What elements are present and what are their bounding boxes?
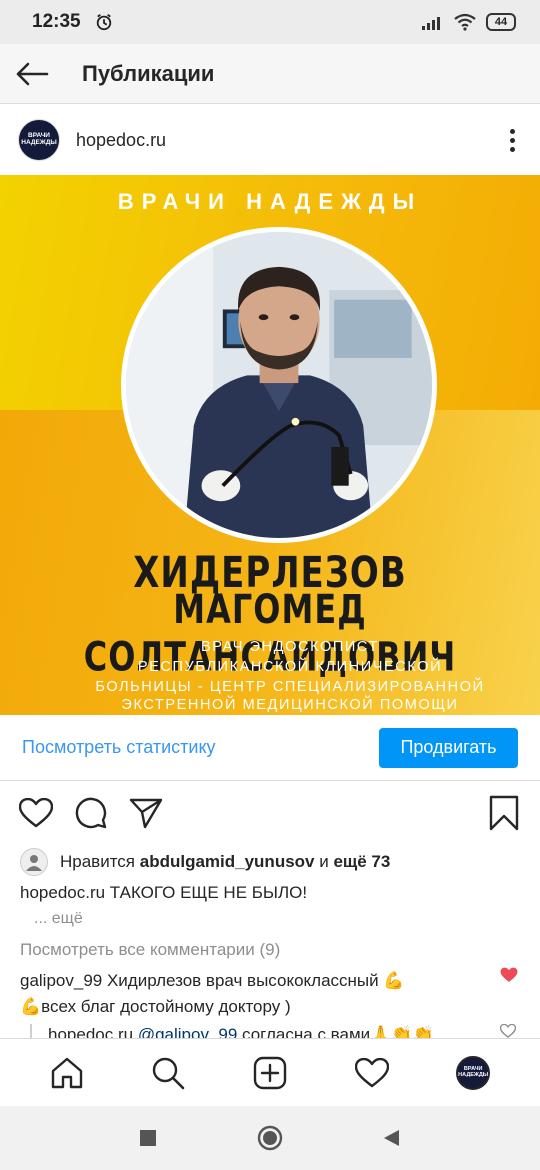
doctor-photo-illustration	[126, 232, 432, 538]
recents-square-icon[interactable]	[135, 1125, 161, 1151]
comment-liked-heart-icon[interactable]	[500, 966, 518, 984]
comment-username[interactable]: galipov_99	[20, 971, 102, 990]
status-icons: 44	[422, 13, 516, 31]
share-send-icon[interactable]	[128, 795, 164, 831]
avatar-text-line-2: НАДЕЖДЫ	[21, 139, 57, 146]
search-icon[interactable]	[146, 1051, 190, 1095]
likes-prefix: Нравится	[60, 852, 140, 871]
signal-icon	[422, 17, 440, 30]
image-brand-title: ВРАЧИ НАДЕЖДЫ	[117, 189, 423, 214]
avatar[interactable]: ВРАЧИ НАДЕЖДЫ	[18, 119, 60, 161]
likes-summary[interactable]: Нравится abdulgamid_yunusov и ещё 73	[20, 848, 390, 876]
insights-bar: Посмотреть статистику Продвигать	[0, 715, 540, 781]
post-actions	[0, 788, 540, 838]
likes-count[interactable]: ещё 73	[333, 852, 390, 871]
liker-username[interactable]: abdulgamid_yunusov	[140, 852, 315, 871]
post-image[interactable]: ВРАЧИ НАДЕЖДЫ ХИДЕРЛЕЗОВ МАГОМЕД СОЛТАНС…	[0, 175, 540, 715]
caption-more-link[interactable]: ... ещё	[34, 910, 83, 928]
doctor-position-line-3: БОЛЬНИЦЫ - ЦЕНТР СПЕЦИАЛИЗИРОВАННОЙ	[95, 679, 485, 695]
bottom-navigation: ВРАЧИ НАДЕЖДЫ	[0, 1038, 540, 1106]
battery-level: 44	[494, 16, 508, 28]
comment-text-line-2: 💪всех благ достойному доктору )	[20, 997, 291, 1016]
nav-avatar-text-line-2: НАДЕЖДЫ	[458, 1071, 489, 1078]
caption-text: ТАКОГО ЕЩЕ НЕ БЫЛО!	[105, 883, 308, 902]
view-insights-link[interactable]: Посмотреть статистику	[22, 737, 216, 758]
doctor-position-line-4: ЭКСТРЕННОЙ МЕДИЦИНСКОЙ ПОМОЩИ	[121, 697, 459, 713]
wifi-icon	[454, 13, 476, 31]
post-header: ВРАЧИ НАДЕЖДЫ hopedoc.ru	[0, 105, 540, 175]
likes-conjunction: и	[314, 852, 334, 871]
battery-icon: 44	[486, 13, 516, 31]
add-post-icon[interactable]	[248, 1051, 292, 1095]
post-caption: hopedoc.ru ТАКОГО ЕЩЕ НЕ БЫЛО!	[20, 883, 307, 903]
liker-avatar	[20, 848, 48, 876]
more-options-icon[interactable]	[502, 125, 522, 155]
page-title: Публикации	[82, 60, 215, 86]
activity-heart-icon[interactable]	[350, 1051, 394, 1095]
system-navigation	[0, 1106, 540, 1170]
doctor-position-line-1: ВРАЧ ЭНДОСКОПИСТ	[201, 639, 379, 655]
doctor-position-line-2: РЕСПУБЛИКАНСКОЙ КЛИНИЧЕСКОЙ	[137, 659, 443, 675]
comment-item: galipov_99 Хидирлезов врач высококлассны…	[20, 968, 480, 1020]
status-bar: 12:35 44	[0, 0, 540, 44]
back-triangle-icon[interactable]	[379, 1125, 405, 1151]
home-circle-icon[interactable]	[257, 1125, 283, 1151]
likes-text: Нравится abdulgamid_yunusov и ещё 73	[60, 852, 390, 872]
reply-like-heart-icon[interactable]	[500, 1024, 516, 1038]
view-all-comments-link[interactable]: Посмотреть все комментарии (9)	[20, 940, 280, 960]
profile-avatar-image: ВРАЧИ НАДЕЖДЫ	[456, 1055, 491, 1090]
top-bar: Публикации	[0, 44, 540, 104]
caption-username[interactable]: hopedoc.ru	[20, 883, 105, 902]
home-icon[interactable]	[45, 1051, 89, 1095]
profile-avatar[interactable]: ВРАЧИ НАДЕЖДЫ	[451, 1051, 495, 1095]
alarm-icon	[96, 14, 111, 31]
doctor-portrait	[121, 227, 437, 543]
like-heart-icon[interactable]	[18, 795, 54, 831]
comment-bubble-icon[interactable]	[73, 795, 109, 831]
post-username[interactable]: hopedoc.ru	[76, 130, 166, 151]
comment-text-line-1: Хидирлезов врач высококлассный 💪	[102, 971, 405, 990]
promote-button[interactable]: Продвигать	[379, 727, 518, 768]
bookmark-icon[interactable]	[486, 795, 522, 831]
arrow-left-icon[interactable]	[14, 56, 50, 92]
status-time: 12:35	[32, 11, 81, 32]
